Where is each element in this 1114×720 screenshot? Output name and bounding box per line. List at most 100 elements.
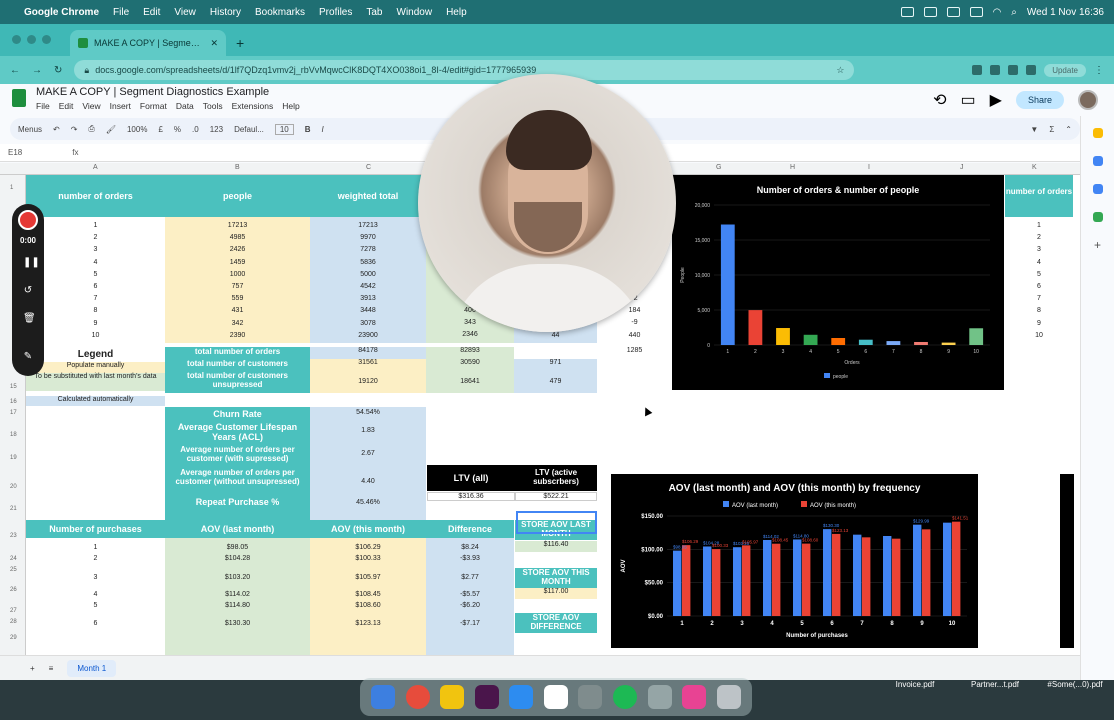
cell[interactable]: 757	[165, 281, 310, 293]
stop-record-button[interactable]	[18, 210, 38, 230]
notes-icon[interactable]	[440, 685, 465, 709]
cell[interactable]: 2426	[165, 244, 310, 256]
cell[interactable]: 1	[1005, 220, 1073, 232]
aov-cell[interactable]: 6	[26, 620, 165, 627]
extension-icon[interactable]	[923, 7, 937, 17]
avatar[interactable]	[1078, 90, 1098, 110]
column-header[interactable]: C	[366, 164, 371, 171]
menu-tab[interactable]: Tab	[366, 7, 382, 18]
weighted-column[interactable]: 17213 9970 7278 5836 5000 4542 3913 3448 3078 239…	[310, 217, 426, 343]
store-aov-this-label[interactable]: STORE AOV THIS MONTH	[515, 568, 597, 588]
minimize-window-button[interactable]	[27, 35, 36, 44]
contacts-icon[interactable]	[1093, 184, 1103, 194]
cell[interactable]: 7	[26, 293, 165, 305]
number-format-button[interactable]: 123	[210, 125, 223, 134]
share-button[interactable]: Share	[1015, 91, 1064, 109]
clock[interactable]: Wed 1 Nov 16:36	[1027, 7, 1104, 18]
aov-cell[interactable]: $98.05	[165, 544, 310, 551]
back-icon[interactable]: ←	[10, 65, 20, 76]
row-header[interactable]: 29	[10, 635, 17, 641]
decimal-button[interactable]: .0	[192, 125, 199, 134]
header-orders-right[interactable]: number of orders	[1005, 175, 1073, 217]
maps-icon[interactable]	[1093, 212, 1103, 222]
column-header[interactable]: H	[790, 164, 795, 171]
cell[interactable]: 3078	[310, 318, 426, 330]
row-header[interactable]: 16	[10, 399, 17, 405]
orders-column-right[interactable]: 1 2 3 4 5 6 7 8 9 10	[1005, 220, 1073, 342]
doc-menu-help[interactable]: Help	[282, 101, 299, 111]
menu-edit[interactable]: Edit	[143, 7, 160, 18]
cell[interactable]: 23900	[310, 330, 426, 342]
restart-icon[interactable]: ↺	[23, 286, 33, 296]
desktop-file[interactable]: Partner...t.pdf	[964, 680, 1026, 689]
aov-cell[interactable]: -$6.20	[426, 602, 514, 609]
aov-cell[interactable]: $114.02	[165, 591, 310, 598]
wifi-icon[interactable]: ◠	[993, 7, 1002, 18]
column-header[interactable]: A	[93, 164, 98, 171]
people-column[interactable]: 17213 4985 2426 1459 1000 757 559 431 342 2390	[165, 217, 310, 343]
doc-menu-tools[interactable]: Tools	[203, 101, 223, 111]
trash-icon[interactable]: 🗑︎	[23, 314, 36, 324]
ltv-active-label[interactable]: LTV (active subscrbers)	[515, 465, 597, 491]
close-window-button[interactable]	[12, 35, 21, 44]
comment-icon[interactable]: ▭	[961, 90, 976, 110]
cell[interactable]: 3913	[310, 293, 426, 305]
cell[interactable]: 17213	[165, 220, 310, 232]
cell[interactable]: 8	[1005, 305, 1073, 317]
trash-bin-icon[interactable]	[716, 685, 741, 709]
cell[interactable]: 4985	[165, 232, 310, 244]
redo-icon[interactable]: ↷	[71, 125, 78, 134]
menu-file[interactable]: File	[113, 7, 129, 18]
column-header[interactable]: B	[235, 164, 240, 171]
total-customers-e[interactable]: 971	[514, 359, 597, 371]
aov-cell[interactable]: $106.29	[310, 544, 426, 551]
app-menu[interactable]: Google Chrome	[24, 7, 99, 18]
extension-icon[interactable]	[990, 65, 1001, 75]
cell[interactable]: 6	[1005, 281, 1073, 293]
ltv-all-label[interactable]: LTV (all)	[427, 465, 515, 491]
cell[interactable]: 3448	[310, 305, 426, 317]
browser-tab[interactable]: MAKE A COPY | Segment Diagnostics Exampl…	[70, 30, 226, 56]
row-header[interactable]: 25	[10, 567, 17, 573]
chrome-icon[interactable]	[405, 685, 430, 709]
currency-button[interactable]: £	[158, 125, 162, 134]
menu-window[interactable]: Window	[397, 7, 433, 18]
store-aov-this-value[interactable]: $117.00	[515, 588, 597, 599]
doc-menu-extensions[interactable]: Extensions	[232, 101, 274, 111]
total-orders-f[interactable]: 1285	[597, 347, 672, 359]
history-icon[interactable]: ⟲	[933, 90, 946, 110]
cell[interactable]: 1000	[165, 269, 310, 281]
cell[interactable]: 1459	[165, 257, 310, 269]
zoom-window-button[interactable]	[42, 35, 51, 44]
header-people[interactable]: people	[165, 175, 310, 217]
puzzle-icon[interactable]	[1026, 65, 1037, 75]
total-customers-value[interactable]: 31561	[310, 359, 426, 371]
menu-history[interactable]: History	[210, 7, 241, 18]
cell[interactable]: 5	[1005, 269, 1073, 281]
unsupressed-label[interactable]: total number of customers unsupressed	[165, 371, 310, 393]
aov-cell[interactable]: -$5.57	[426, 591, 514, 598]
reload-icon[interactable]: ↻	[54, 65, 62, 76]
header-weighted[interactable]: weighted total	[310, 175, 426, 217]
aov-cell[interactable]: 4	[26, 591, 165, 598]
all-sheets-icon[interactable]: ≡	[49, 664, 54, 673]
url-field[interactable]: 🔒︎ docs.google.com/spreadsheets/d/1lf7QD…	[74, 60, 855, 80]
functions-icon[interactable]: Σ	[1049, 125, 1054, 134]
add-addon-icon[interactable]: +	[1094, 238, 1101, 252]
cell[interactable]: 4	[26, 257, 165, 269]
search-icon[interactable]: ⌕	[1011, 7, 1017, 18]
aov-header[interactable]: AOV (this month)	[310, 520, 426, 538]
aov-cell[interactable]: $100.33	[310, 555, 426, 562]
cell[interactable]: 6	[26, 281, 165, 293]
font-size-input[interactable]: 10	[274, 123, 294, 135]
header-orders[interactable]: number of orders	[26, 175, 165, 217]
aov-cell[interactable]: $123.13	[310, 620, 426, 627]
cloud-icon[interactable]	[946, 7, 960, 17]
cell[interactable]: 9	[1005, 318, 1073, 330]
sheets-logo-icon[interactable]	[12, 89, 26, 107]
doc-menu-insert[interactable]: Insert	[110, 101, 131, 111]
doc-menu-data[interactable]: Data	[176, 101, 194, 111]
total-customers-label[interactable]: total number of customers	[165, 359, 310, 371]
sheet-tab[interactable]: Month 1	[67, 659, 117, 677]
aov-cell[interactable]: 2	[26, 555, 165, 562]
